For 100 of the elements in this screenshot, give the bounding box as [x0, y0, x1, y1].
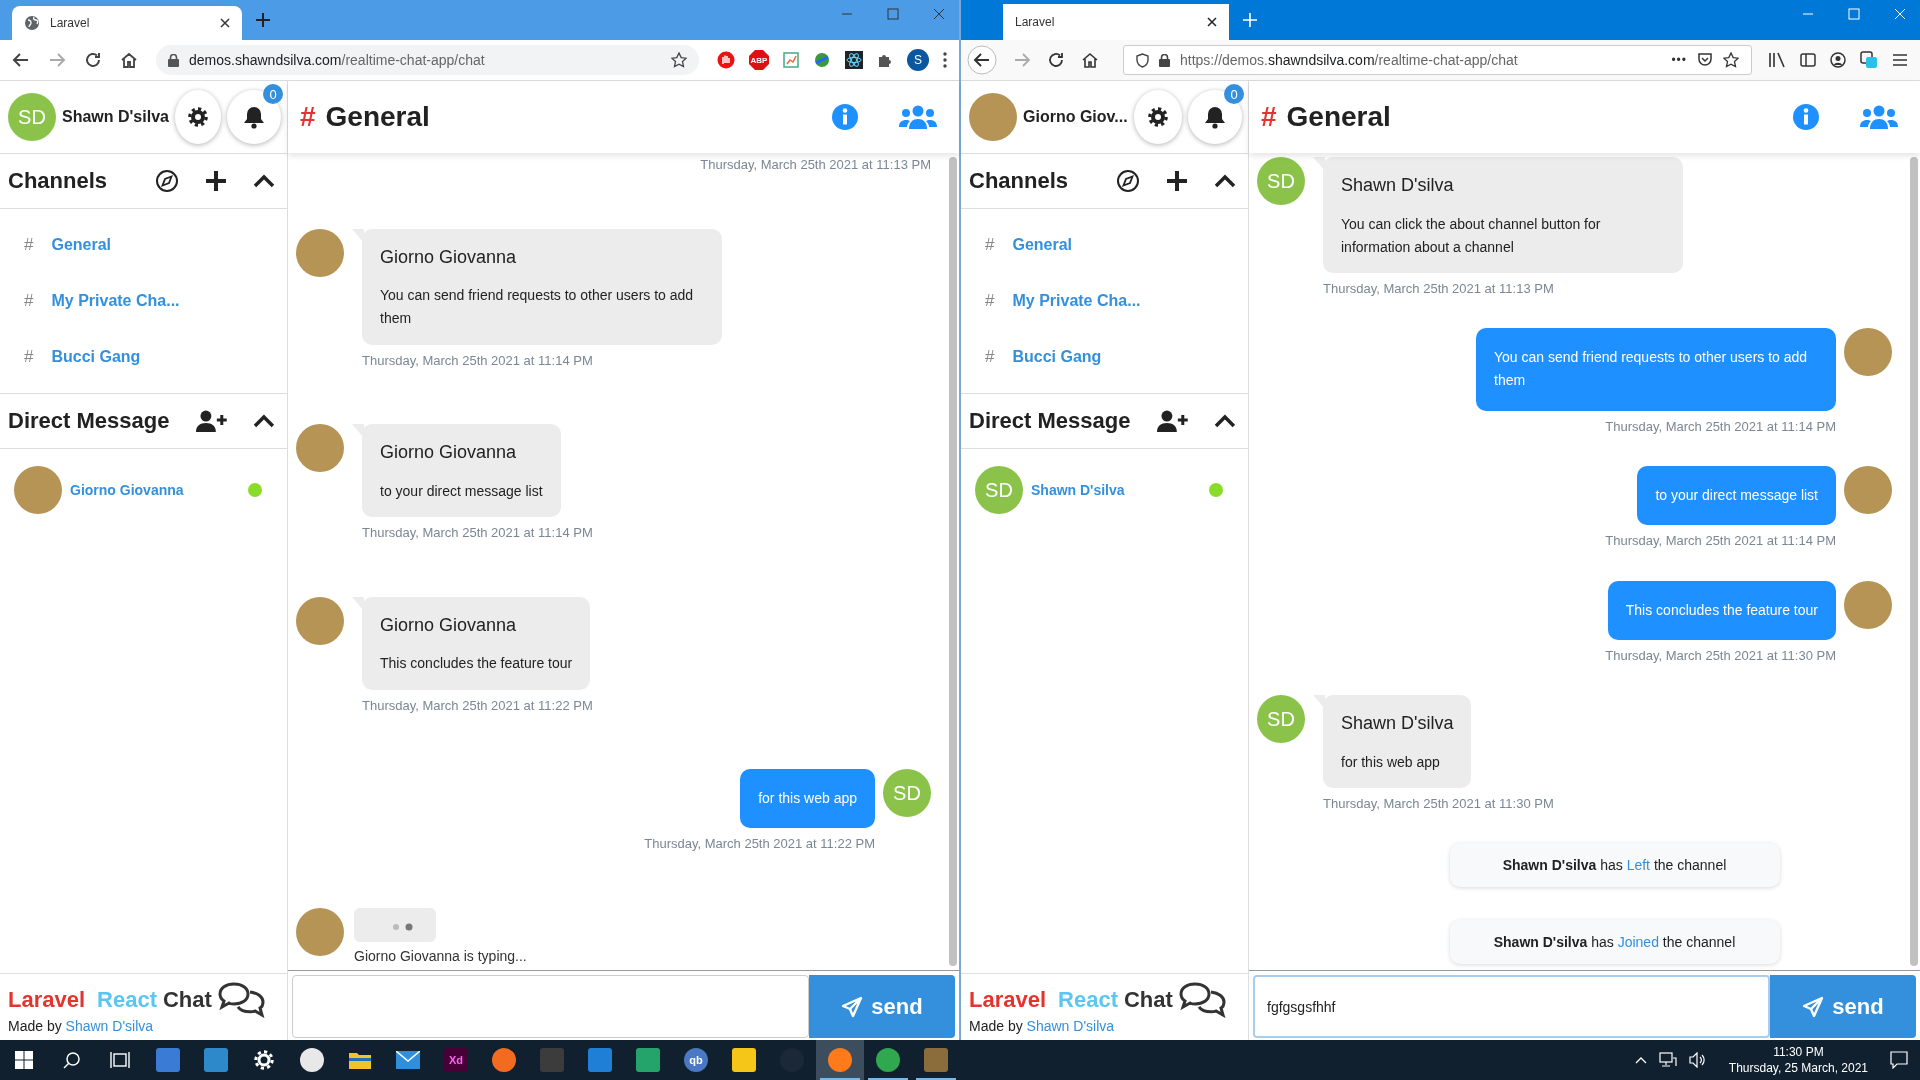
- channel-event-message: Shawn D'silva has Joined the channel: [1449, 919, 1780, 964]
- running-indicator: [916, 1078, 956, 1080]
- page-actions-menu[interactable]: •••: [1671, 53, 1687, 67]
- reload-icon[interactable]: [1047, 51, 1065, 69]
- maximize-icon[interactable]: [887, 8, 899, 20]
- browser-tab[interactable]: Laravel: [1003, 4, 1229, 40]
- notifications-button[interactable]: [1188, 90, 1242, 144]
- brand-word: Chat: [1124, 987, 1173, 1013]
- menu-icon[interactable]: [1892, 53, 1908, 67]
- chat-bubbles-icon: [217, 982, 266, 1018]
- message-input[interactable]: [292, 975, 809, 1038]
- chevron-up-icon[interactable]: [253, 414, 275, 428]
- channel-title: General: [325, 101, 430, 133]
- users-icon[interactable]: [899, 103, 937, 131]
- atom-icon[interactable]: [845, 51, 863, 69]
- channel-item[interactable]: # General: [0, 217, 287, 273]
- user-name: Shawn D'silva: [62, 108, 169, 126]
- author-link[interactable]: Shawn D'silva: [65, 1018, 154, 1034]
- typing-indicator-icon: [354, 907, 436, 942]
- adblock-icon[interactable]: ABP: [749, 50, 769, 70]
- running-indicator: [820, 1078, 860, 1080]
- made-by-label: Made by: [969, 1018, 1023, 1034]
- contact-name[interactable]: Shawn D'silva: [1031, 482, 1201, 498]
- plus-icon[interactable]: [205, 170, 227, 192]
- users-icon[interactable]: [1860, 103, 1898, 131]
- plus-icon[interactable]: [1166, 170, 1188, 192]
- message-timestamp: Thursday, March 25th 2021 at 11:14 PM: [1605, 418, 1836, 434]
- account-icon[interactable]: [1830, 52, 1846, 68]
- info-icon[interactable]: [1792, 103, 1820, 131]
- clock[interactable]: 11:30 PM Thursday, 25 March, 2021: [1718, 1043, 1878, 1077]
- settings-icon: [253, 1049, 275, 1071]
- search-icon: [63, 1051, 81, 1069]
- avatar-photo-placeholder: [1844, 328, 1892, 377]
- message-input[interactable]: fgfgsgsfhhf: [1253, 975, 1770, 1038]
- taskbar-button[interactable]: qb: [672, 1040, 720, 1080]
- typing-status: Giorno Giovanna is typing...: [354, 947, 527, 964]
- message-text: You can click the about channel button for information about a channel: [1341, 214, 1602, 257]
- notification-center-icon[interactable]: [1890, 1051, 1908, 1069]
- brand-word: Laravel: [8, 987, 86, 1013]
- paper-plane-icon: [1802, 995, 1825, 1018]
- notifications-button[interactable]: [227, 90, 281, 144]
- chart-square-icon[interactable]: [783, 52, 799, 68]
- scrollbar[interactable]: [949, 157, 957, 966]
- library-icon[interactable]: [1768, 52, 1786, 68]
- message-timestamp: Thursday, March 25th 2021 at 11:14 PM: [362, 352, 593, 368]
- back-icon[interactable]: [967, 45, 997, 75]
- avatar-photo-placeholder: [296, 907, 344, 956]
- speaker-icon[interactable]: [1688, 1052, 1707, 1068]
- chevron-up-icon[interactable]: [1214, 414, 1236, 428]
- home-icon[interactable]: [120, 51, 138, 69]
- message-timestamp: Thursday, March 25th 2021 at 11:13 PM: [700, 157, 931, 172]
- taskbar-button[interactable]: Xd: [432, 1040, 480, 1080]
- star-icon[interactable]: [671, 52, 687, 68]
- star-icon[interactable]: [1723, 52, 1739, 68]
- chevron-up-icon[interactable]: [1214, 174, 1236, 188]
- settings-button[interactable]: [1133, 90, 1182, 144]
- channel-item[interactable]: # My Private Cha...: [961, 273, 1248, 329]
- send-button[interactable]: send: [809, 975, 955, 1038]
- windows-logo-icon: [15, 1051, 33, 1069]
- extension-icon[interactable]: [1860, 51, 1878, 69]
- home-icon[interactable]: [1081, 51, 1099, 69]
- address-bar[interactable]: demos.shawndsilva.com/realtime-chat-app/chat: [156, 45, 699, 75]
- lock-icon: [168, 53, 179, 67]
- author-link[interactable]: Shawn D'silva: [1026, 1018, 1115, 1034]
- browser-tab[interactable]: Laravel: [12, 6, 242, 40]
- clock-date: Thursday, 25 March, 2021: [1728, 1060, 1868, 1077]
- back-icon[interactable]: [12, 51, 30, 69]
- made-by-label: Made by: [8, 1018, 62, 1034]
- user-name: Giorno Giov...: [1023, 108, 1128, 126]
- compass-icon[interactable]: [1116, 169, 1140, 193]
- new-tab-icon[interactable]: [256, 13, 270, 27]
- channel-hash: #: [1261, 101, 1277, 133]
- app-icon: qb: [684, 1048, 708, 1072]
- close-icon[interactable]: [1207, 17, 1217, 27]
- compass-icon[interactable]: [155, 169, 179, 193]
- send-button[interactable]: send: [1770, 975, 1916, 1038]
- puzzle-icon[interactable]: [877, 52, 893, 68]
- channel-item[interactable]: # General: [961, 217, 1248, 273]
- hand-stop-icon[interactable]: [717, 51, 735, 69]
- sidebar-icon[interactable]: [1800, 52, 1816, 68]
- settings-icon: [186, 106, 209, 128]
- scrollbar[interactable]: [1910, 157, 1918, 966]
- add-user-icon[interactable]: [1156, 409, 1189, 433]
- channel-item[interactable]: # Bucci Gang: [961, 329, 1248, 385]
- network-icon[interactable]: [1658, 1052, 1677, 1068]
- info-icon[interactable]: [831, 103, 859, 131]
- kebab-menu-icon[interactable]: [943, 52, 947, 68]
- contact-name[interactable]: Giorno Giovanna: [70, 482, 240, 498]
- channel-item[interactable]: # My Private Cha...: [0, 273, 287, 329]
- add-user-icon[interactable]: [195, 409, 228, 433]
- chat-bubbles-icon: [1178, 982, 1227, 1018]
- address-bar[interactable]: https://demos.shawndsilva.com/realtime-chat-app/chat •••: [1123, 45, 1752, 75]
- settings-button[interactable]: [174, 90, 221, 144]
- pocket-icon[interactable]: [1697, 52, 1713, 68]
- close-icon[interactable]: [220, 18, 230, 28]
- chevron-up-icon[interactable]: [253, 174, 275, 188]
- channel-item[interactable]: # Bucci Gang: [0, 329, 287, 385]
- profile-button[interactable]: S: [907, 49, 929, 71]
- reload-icon[interactable]: [84, 51, 102, 69]
- brand-word: Chat: [163, 987, 212, 1013]
